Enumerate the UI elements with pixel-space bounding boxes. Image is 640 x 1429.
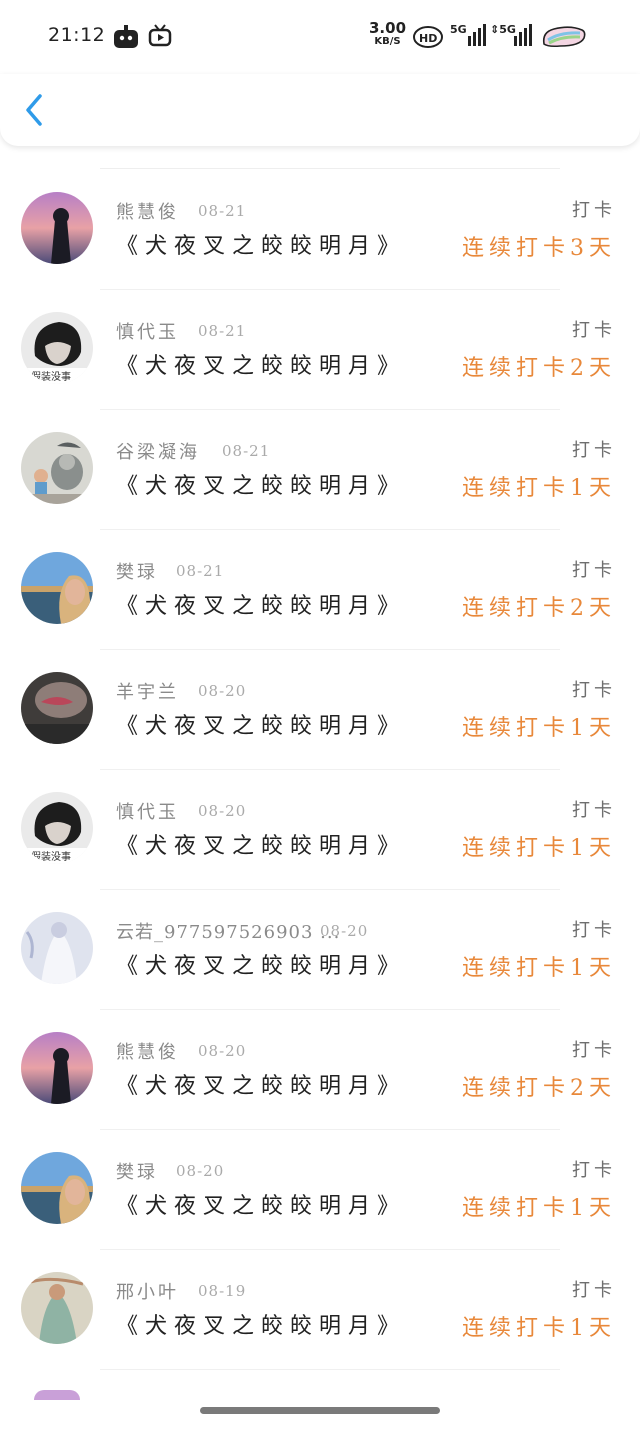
checkin-button[interactable]: 打卡 <box>572 1036 616 1062</box>
app-notification-icon <box>112 24 140 54</box>
book-title[interactable]: 《犬夜叉之皎皎明月》 <box>116 828 406 860</box>
streak-count: 连续打卡1天 <box>462 716 616 741</box>
list-item[interactable]: 假装没事 慎代玉 08-20 《犬夜叉之皎皎明月》 打卡 连续打卡1天 <box>0 770 640 890</box>
book-title[interactable]: 《犬夜叉之皎皎明月》 <box>116 348 406 380</box>
list-item[interactable]: 熊慧俊 08-20 《犬夜叉之皎皎明月》 打卡 连续打卡2天 <box>0 1010 640 1130</box>
checkin-list: 熊慧俊 08-21 《犬夜叉之皎皎明月》 打卡 连续打卡3天 假装没事 慎代玉 … <box>0 170 640 1370</box>
user-name[interactable]: 云若_977597526903 ... <box>116 918 340 944</box>
post-date: 08-20 <box>198 682 247 700</box>
svg-text:⇕5G: ⇕5G <box>490 23 516 36</box>
svg-text:假装没事: 假装没事 <box>31 850 71 863</box>
checkin-button[interactable]: 打卡 <box>572 1276 616 1302</box>
streak-count: 连续打卡2天 <box>462 596 616 621</box>
svg-text:假装没事: 假装没事 <box>31 370 71 383</box>
checkin-button[interactable]: 打卡 <box>572 316 616 342</box>
post-date: 08-20 <box>320 922 369 940</box>
streak-count: 连续打卡2天 <box>462 356 616 381</box>
avatar[interactable]: 假装没事 <box>21 312 93 384</box>
user-name[interactable]: 慎代玉 <box>116 798 179 824</box>
avatar[interactable] <box>34 1390 80 1400</box>
top-navigation-bar <box>0 74 640 146</box>
signal-5g-data-icon: ⇕5G <box>490 22 532 52</box>
post-date: 08-21 <box>198 202 247 220</box>
divider <box>100 1369 560 1370</box>
avatar[interactable] <box>21 672 93 744</box>
checkin-button[interactable]: 打卡 <box>572 1156 616 1182</box>
list-item[interactable]: 樊琭 08-20 《犬夜叉之皎皎明月》 打卡 连续打卡1天 <box>0 1130 640 1250</box>
avatar[interactable] <box>21 552 93 624</box>
post-date: 08-20 <box>198 802 247 820</box>
hd-voice-icon: HD <box>410 24 446 52</box>
user-name[interactable]: 羊宇兰 <box>116 678 179 704</box>
status-bar: 21:12 3.00 KB/S HD 5G ⇕5G <box>0 0 640 74</box>
book-title[interactable]: 《犬夜叉之皎皎明月》 <box>116 1188 406 1220</box>
avatar[interactable] <box>21 192 93 264</box>
streak-count: 连续打卡1天 <box>462 836 616 861</box>
list-item[interactable]: 邢小叶 08-19 《犬夜叉之皎皎明月》 打卡 连续打卡1天 <box>0 1250 640 1370</box>
list-item[interactable]: 熊慧俊 08-21 《犬夜叉之皎皎明月》 打卡 连续打卡3天 <box>0 170 640 290</box>
streak-count: 连续打卡1天 <box>462 476 616 501</box>
user-name[interactable]: 慎代玉 <box>116 318 179 344</box>
post-date: 08-20 <box>198 1042 247 1060</box>
post-date: 08-21 <box>198 322 247 340</box>
back-button[interactable] <box>18 90 54 130</box>
list-item[interactable]: 羊宇兰 08-20 《犬夜叉之皎皎明月》 打卡 连续打卡1天 <box>0 650 640 770</box>
user-name[interactable]: 谷梁凝海 <box>116 438 200 464</box>
post-date: 08-21 <box>176 562 225 580</box>
speed-unit: KB/S <box>374 36 401 47</box>
divider <box>100 168 560 169</box>
list-item[interactable]: 假装没事 慎代玉 08-21 《犬夜叉之皎皎明月》 打卡 连续打卡2天 <box>0 290 640 410</box>
post-date: 08-21 <box>222 442 271 460</box>
book-title[interactable]: 《犬夜叉之皎皎明月》 <box>116 1308 406 1340</box>
book-title[interactable]: 《犬夜叉之皎皎明月》 <box>116 948 406 980</box>
streak-count: 连续打卡2天 <box>462 1076 616 1101</box>
book-title[interactable]: 《犬夜叉之皎皎明月》 <box>116 468 406 500</box>
checkin-button[interactable]: 打卡 <box>572 916 616 942</box>
signal-5g-icon: 5G <box>450 22 486 52</box>
book-title[interactable]: 《犬夜叉之皎皎明月》 <box>116 588 406 620</box>
tv-app-icon <box>148 24 172 52</box>
post-date: 08-19 <box>198 1282 247 1300</box>
checkin-button[interactable]: 打卡 <box>572 556 616 582</box>
user-name[interactable]: 熊慧俊 <box>116 1038 179 1064</box>
list-item[interactable]: 谷梁凝海 08-21 《犬夜叉之皎皎明月》 打卡 连续打卡1天 <box>0 410 640 530</box>
checkin-button[interactable]: 打卡 <box>572 796 616 822</box>
checkin-button[interactable]: 打卡 <box>572 436 616 462</box>
book-title[interactable]: 《犬夜叉之皎皎明月》 <box>116 1068 406 1100</box>
user-name[interactable]: 熊慧俊 <box>116 198 179 224</box>
streak-count: 连续打卡3天 <box>462 236 616 261</box>
checkin-button[interactable]: 打卡 <box>572 676 616 702</box>
list-item[interactable]: 云若_977597526903 ... 08-20 《犬夜叉之皎皎明月》 打卡 … <box>0 890 640 1010</box>
user-name[interactable]: 樊琭 <box>116 558 158 584</box>
streak-count: 连续打卡1天 <box>462 1316 616 1341</box>
user-name[interactable]: 樊琭 <box>116 1158 158 1184</box>
svg-text:5G: 5G <box>450 23 467 36</box>
checkin-button[interactable]: 打卡 <box>572 196 616 222</box>
svg-text:HD: HD <box>419 32 437 45</box>
post-date: 08-20 <box>176 1162 225 1180</box>
list-item[interactable]: 樊琭 08-21 《犬夜叉之皎皎明月》 打卡 连续打卡2天 <box>0 530 640 650</box>
avatar[interactable] <box>21 432 93 504</box>
battery-icon <box>540 24 588 54</box>
book-title[interactable]: 《犬夜叉之皎皎明月》 <box>116 708 406 740</box>
status-time: 21:12 <box>48 24 106 46</box>
network-speed: 3.00 KB/S <box>369 21 406 48</box>
user-name[interactable]: 邢小叶 <box>116 1278 179 1304</box>
avatar[interactable]: 假装没事 <box>21 792 93 864</box>
avatar[interactable] <box>21 1152 93 1224</box>
avatar[interactable] <box>21 1272 93 1344</box>
streak-count: 连续打卡1天 <box>462 1196 616 1221</box>
streak-count: 连续打卡1天 <box>462 956 616 981</box>
book-title[interactable]: 《犬夜叉之皎皎明月》 <box>116 228 406 260</box>
chevron-left-icon <box>18 94 54 134</box>
avatar[interactable] <box>21 912 93 984</box>
avatar[interactable] <box>21 1032 93 1104</box>
home-indicator[interactable] <box>200 1407 440 1414</box>
